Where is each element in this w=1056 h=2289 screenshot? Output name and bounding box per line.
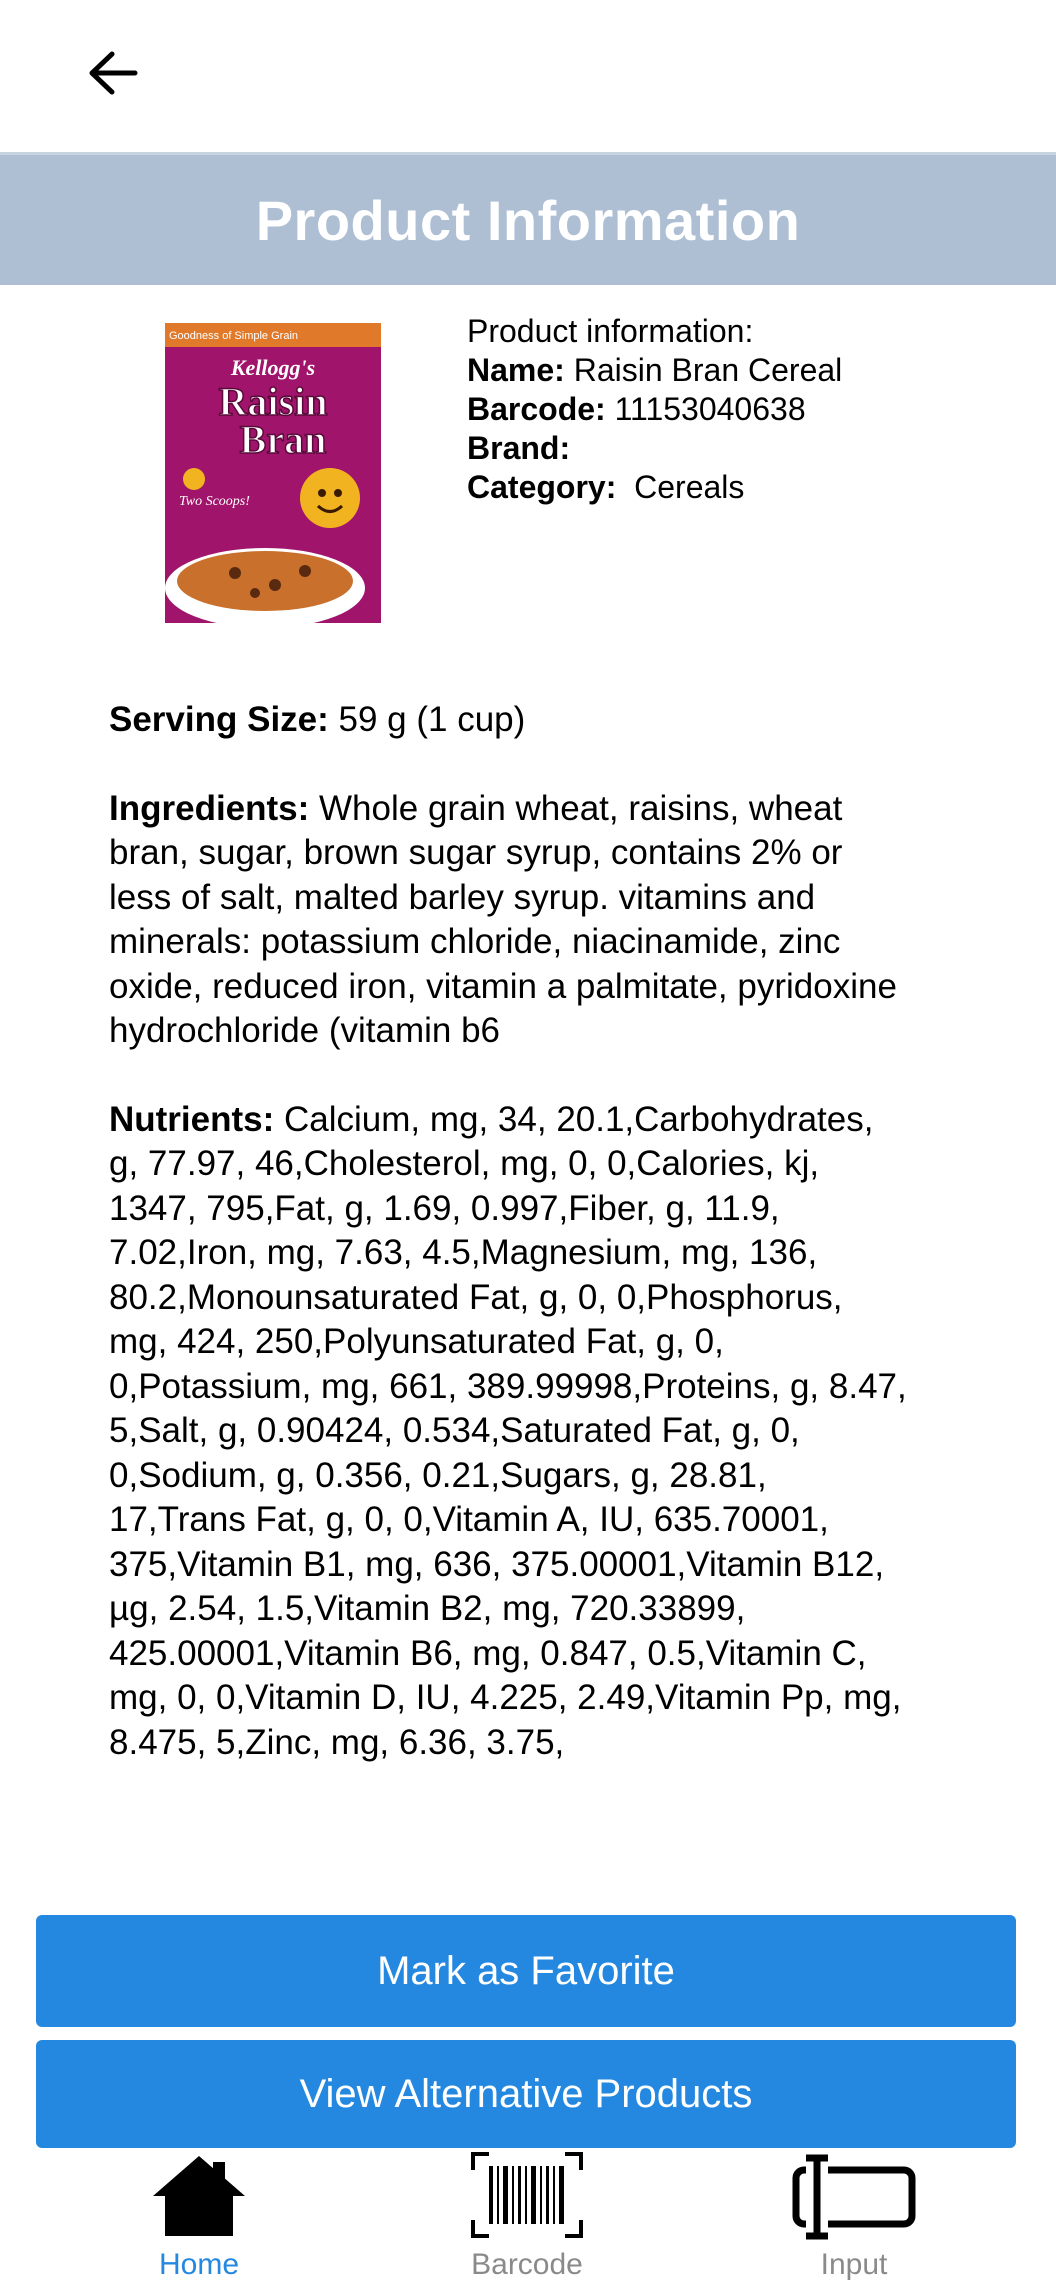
brand-label: Brand: [467,430,571,466]
product-brand-row: Brand: [467,429,842,468]
nutrients-label: Nutrients: [109,1099,275,1139]
nav-barcode[interactable]: Barcode [377,2148,677,2289]
nutrients: Nutrients: Calcium, mg, 34, 20.1,Carbohy… [109,1098,909,1766]
home-icon [153,2156,245,2236]
product-barcode-row: Barcode: 11153040638 [467,390,842,429]
product-category-row: Category: Cereals [467,468,842,507]
nutrients-value: Calcium, mg, 34, 20.1,Carbohydrates, g, … [109,1099,907,1762]
text-input-icon [792,2154,916,2240]
arrow-left-icon [89,51,138,95]
category-label: Category: [467,469,617,505]
bottom-navigation: Home Barcode Input [0,2148,1056,2289]
barcode-icon [471,2152,583,2238]
category-value: Cereals [616,469,745,505]
serving-size: Serving Size: 59 g (1 cup) [109,698,909,743]
nav-home[interactable]: Home [49,2148,349,2289]
product-image: Goodness of Simple Grain Kellogg's Raisi… [165,323,381,628]
barcode-value: 11153040638 [605,391,806,427]
view-alternatives-button[interactable]: View Alternative Products [36,2040,1016,2148]
serving-value: 59 g (1 cup) [328,700,526,739]
name-value: Raisin Bran Cereal [564,352,843,388]
product-info: Product information: Name: Raisin Bran C… [467,312,842,507]
mark-favorite-button[interactable]: Mark as Favorite [36,1915,1016,2027]
product-details: Serving Size: 59 g (1 cup) Ingredients: … [109,698,909,1809]
box-tagline: Two Scoops! [179,494,250,509]
box-top-strip: Goodness of Simple Grain [169,330,298,342]
page-title: Product Information [255,188,801,252]
nav-home-label: Home [158,2248,240,2281]
page-title-banner: Product Information [0,152,1056,285]
barcode-label: Barcode: [467,391,606,427]
box-brand: Kellogg's [230,355,315,380]
back-button[interactable] [80,40,146,106]
ingredients-label: Ingredients: [109,788,310,828]
ingredients: Ingredients: Whole grain wheat, raisins,… [109,787,909,1054]
nav-input-label: Input [820,2248,888,2281]
cereal-box-illustration: Goodness of Simple Grain Kellogg's Raisi… [165,323,381,628]
nav-barcode-label: Barcode [471,2248,583,2281]
product-info-heading: Product information: [467,313,754,349]
nav-input[interactable]: Input [704,2148,1004,2289]
box-name-line2: Bran [240,417,327,462]
name-label: Name: [467,352,565,388]
top-bar [0,0,1056,150]
serving-label: Serving Size: [109,700,329,739]
product-name-row: Name: Raisin Bran Cereal [467,351,842,390]
